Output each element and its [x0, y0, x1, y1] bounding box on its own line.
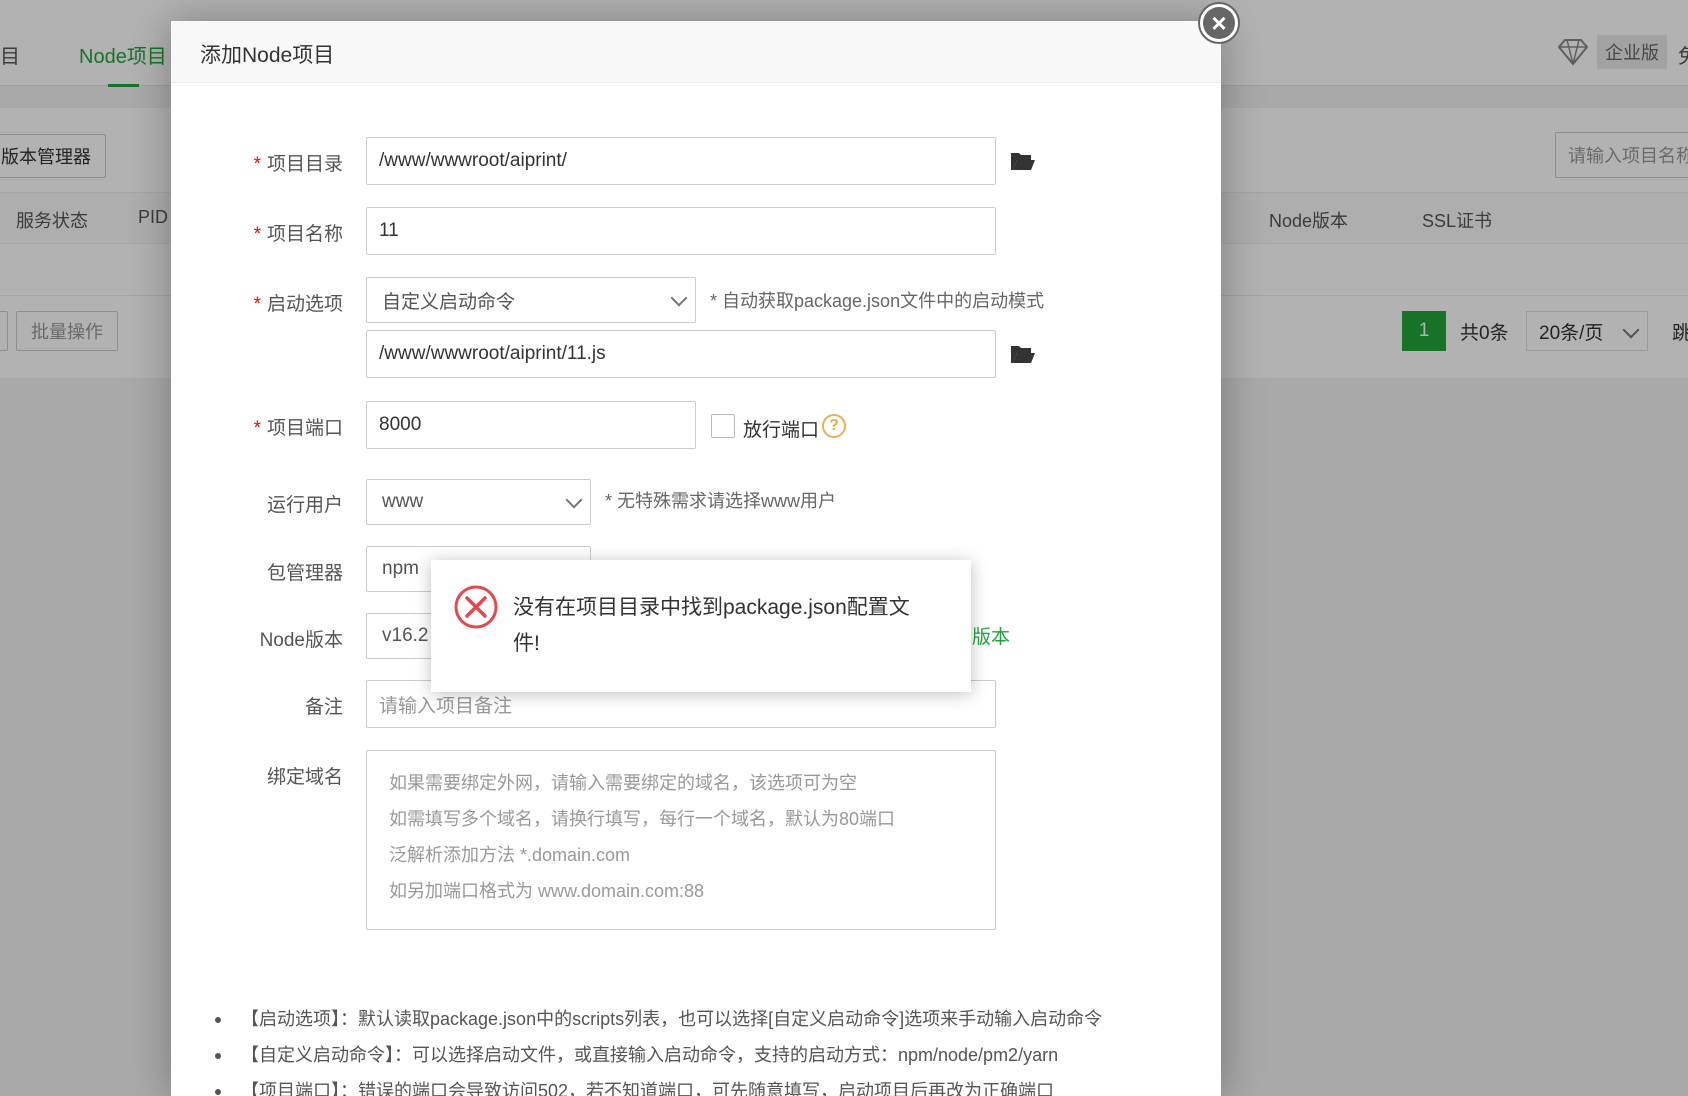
- folder-open-icon[interactable]: [1010, 344, 1036, 366]
- run-user-label: 运行用户: [266, 495, 343, 516]
- run-user-value: www: [382, 491, 424, 512]
- required-mark: *: [253, 294, 261, 315]
- start-option-label: * 启动选项: [253, 294, 343, 315]
- remark-label: 备注: [304, 697, 343, 718]
- node-version-label: Node版本: [259, 630, 343, 651]
- start-option-value: 自定义启动命令: [382, 291, 516, 313]
- domain-label: 绑定域名: [266, 767, 343, 788]
- run-user-select[interactable]: www: [366, 479, 591, 525]
- chevron-down-icon: [670, 289, 688, 307]
- folder-open-icon[interactable]: [1010, 151, 1036, 173]
- start-option-hint: * 自动获取package.json文件中的启动模式: [710, 291, 1045, 311]
- help-icon[interactable]: ?: [822, 414, 846, 438]
- domain-placeholder-line: 如需填写多个域名，请换行填写，每行一个域名，默认为80端口: [389, 809, 896, 829]
- project-port-label: * 项目端口: [253, 418, 343, 439]
- close-icon: ×: [1203, 7, 1235, 39]
- dialog-title: 添加Node项目: [200, 44, 335, 67]
- tip-item: 【启动选项】：默认读取package.json中的scripts列表，也可以选择…: [215, 1001, 1102, 1037]
- start-command-input[interactable]: /www/wwwroot/aiprint/11.js: [366, 330, 996, 378]
- project-dir-input[interactable]: /www/wwwroot/aiprint/: [366, 137, 996, 185]
- required-mark: *: [253, 154, 261, 175]
- package-manager-label: 包管理器: [266, 563, 343, 584]
- required-mark: *: [253, 224, 261, 245]
- start-option-select[interactable]: 自定义启动命令: [366, 277, 696, 323]
- domain-placeholder-line: 如果需要绑定外网，请输入需要绑定的域名，该选项可为空: [389, 773, 857, 793]
- error-toast: 没有在项目目录中找到package.json配置文件!: [431, 560, 971, 692]
- run-user-hint: * 无特殊需求请选择www用户: [605, 491, 837, 511]
- error-circle-icon: [454, 585, 498, 629]
- project-name-input[interactable]: 11: [366, 207, 996, 255]
- tip-item: 【自定义启动命令】：可以选择启动文件，或直接输入启动命令，支持的启动方式：npm…: [215, 1037, 1102, 1073]
- required-mark: *: [253, 418, 261, 439]
- project-dir-label: * 项目目录: [253, 154, 343, 175]
- package-manager-value: npm: [382, 558, 419, 579]
- project-name-label: * 项目名称: [253, 224, 343, 245]
- node-version-link[interactable]: 版本: [972, 622, 1010, 649]
- close-dialog-button[interactable]: ×: [1198, 2, 1240, 44]
- domain-placeholder-line: 泛解析添加方法 *.domain.com: [389, 845, 631, 865]
- dialog-header: 添加Node项目: [171, 21, 1221, 83]
- domain-placeholder-line: 如另加端口格式为 www.domain.com:88: [389, 881, 705, 901]
- allow-port-label[interactable]: 放行端口: [743, 415, 819, 442]
- chevron-down-icon: [565, 491, 583, 509]
- error-message: 没有在项目目录中找到package.json配置文件!: [513, 596, 910, 655]
- help-tips-list: 【启动选项】：默认读取package.json中的scripts列表，也可以选择…: [215, 1001, 1102, 1096]
- domain-textarea[interactable]: 如果需要绑定外网，请输入需要绑定的域名，该选项可为空 如需填写多个域名，请换行填…: [366, 750, 996, 930]
- tip-item: 【项目端口】：错误的端口会导致访问502，若不知道端口，可先随意填写，启动项目后…: [215, 1073, 1102, 1096]
- node-version-value: v16.2: [382, 625, 429, 646]
- allow-port-checkbox[interactable]: [711, 414, 735, 438]
- add-node-project-dialog: 添加Node项目 * 项目目录 /www/wwwroot/aiprint/ * 项目…: [171, 21, 1221, 1096]
- project-port-input[interactable]: 8000: [366, 401, 696, 449]
